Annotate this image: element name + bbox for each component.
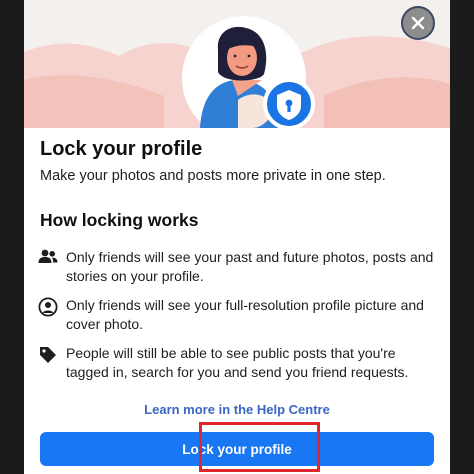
hero-illustration (24, 0, 450, 128)
lock-illustration (24, 16, 450, 128)
list-item-public-posts: People will still be able to see public … (38, 344, 438, 382)
list-item-friends-content: Only friends will see your past and futu… (38, 248, 438, 286)
tag-icon (38, 344, 66, 382)
list-item-profile-picture: Only friends will see your full-resoluti… (38, 296, 438, 334)
list-item-text: Only friends will see your full-resoluti… (66, 297, 424, 332)
list-item-text: Only friends will see your past and futu… (66, 249, 434, 284)
section-heading: How locking works (40, 210, 199, 230)
close-icon (411, 16, 425, 30)
list-item-text: People will still be able to see public … (66, 345, 409, 380)
people-icon (38, 248, 66, 286)
profile-icon (38, 296, 66, 334)
lock-profile-dialog: Lock your profile Make your photos and p… (24, 0, 450, 474)
dialog-title: Lock your profile (40, 138, 203, 160)
dialog-subtitle: Make your photos and posts more private … (40, 168, 386, 184)
shield-lock-icon (263, 78, 315, 128)
help-centre-link[interactable]: Learn more in the Help Centre (24, 402, 450, 417)
lock-profile-button[interactable]: Lock your profile (40, 432, 434, 466)
close-button[interactable] (401, 6, 435, 40)
